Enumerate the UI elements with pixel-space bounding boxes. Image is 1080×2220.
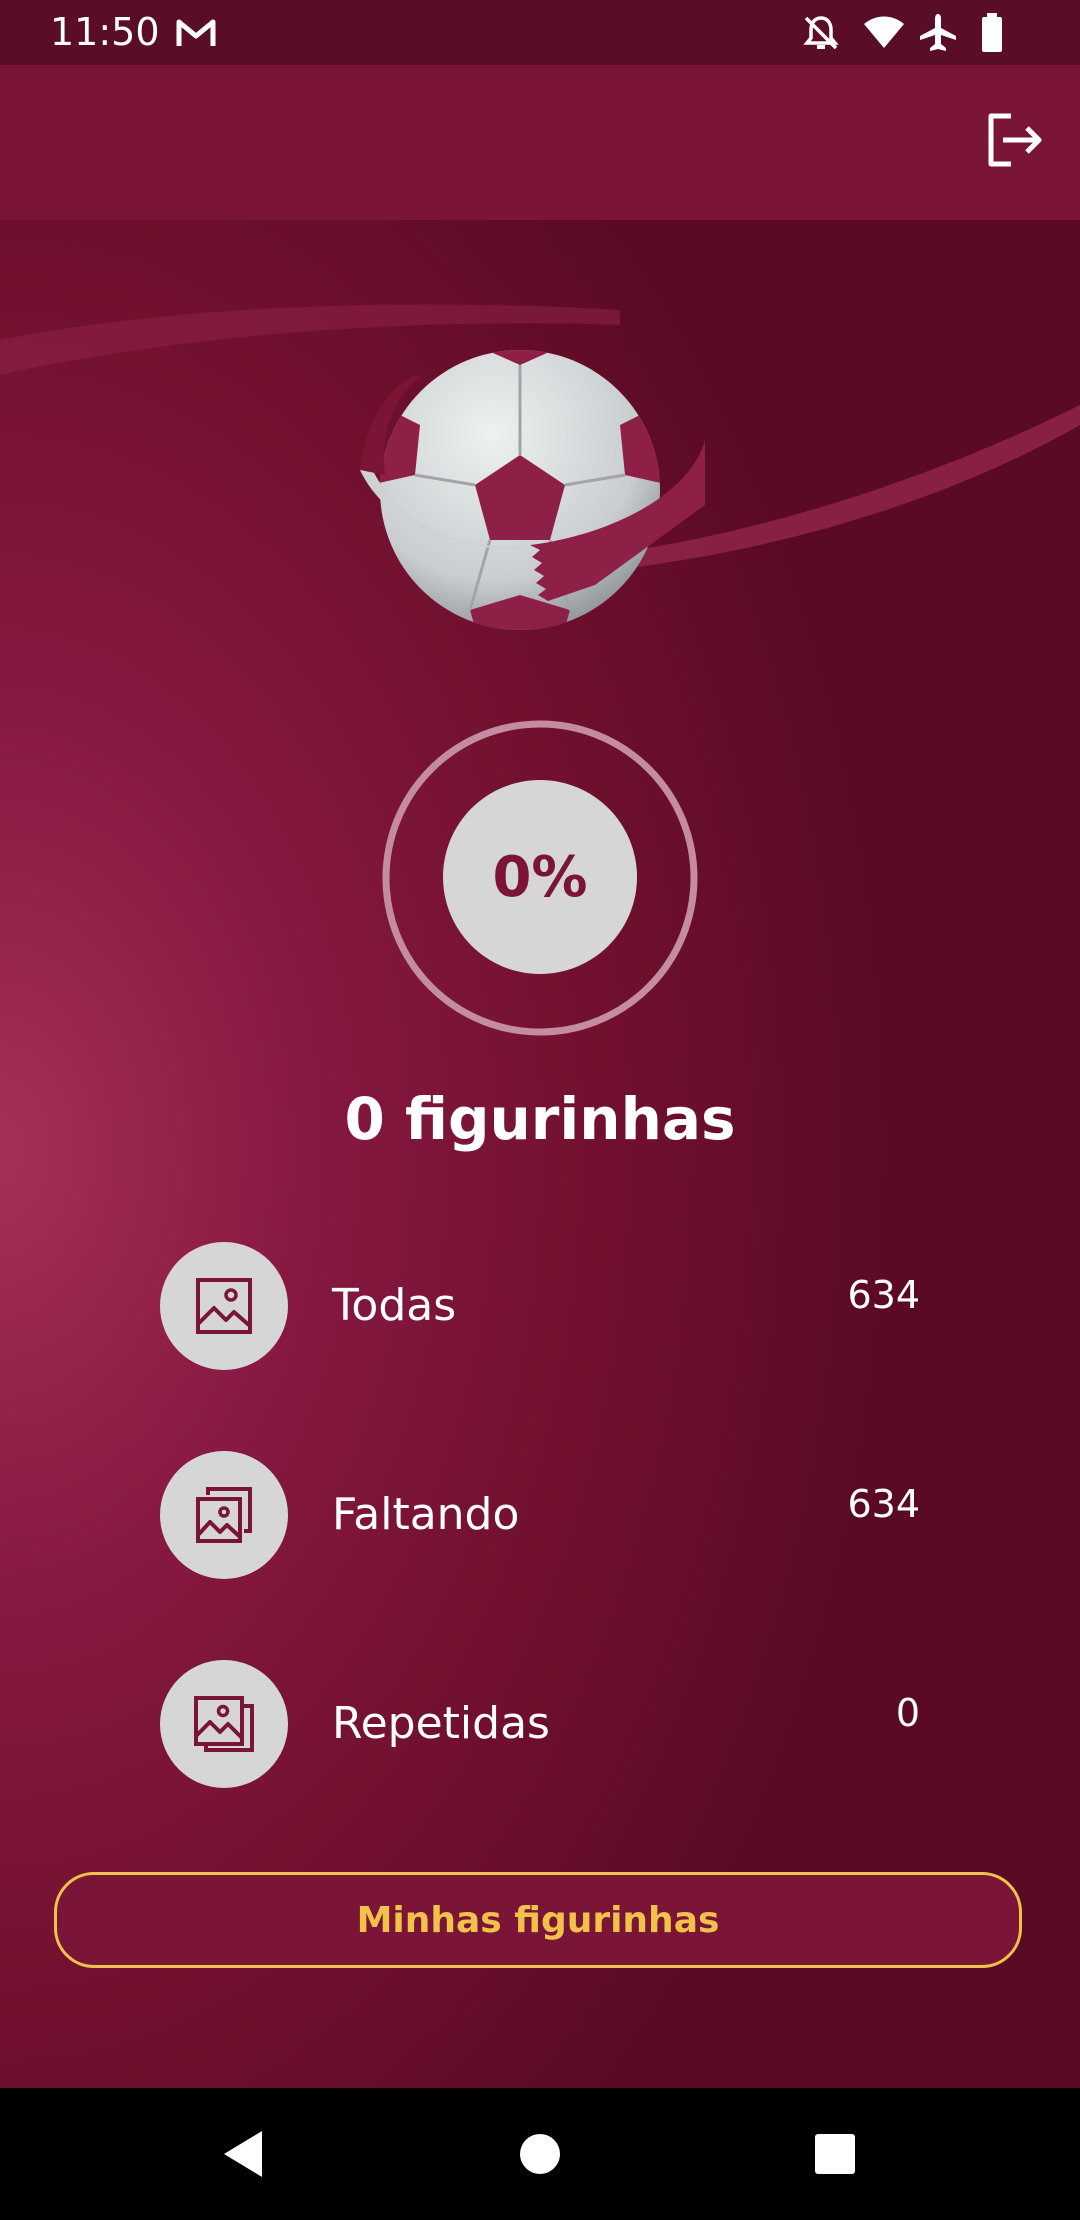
do-not-disturb-icon [803,16,839,50]
images-duplicate-icon [194,1696,254,1752]
logout-button[interactable] [980,105,1050,175]
my-stickers-button-label: Minhas figurinhas [356,1899,720,1941]
status-time: 11:50 [50,10,160,54]
stat-row-todas[interactable]: Todas 634 [160,1242,920,1370]
home-icon [520,2134,560,2174]
back-icon [224,2131,262,2177]
progress-percent: 0% [492,844,588,910]
stat-label: Repetidas [332,1698,550,1749]
status-bar: 11:50 [0,0,1080,65]
progress-circle: 0% [443,780,637,974]
airplane-icon [920,14,956,51]
nav-recents-button[interactable] [805,2124,865,2184]
stat-label: Faltando [332,1489,520,1540]
nav-home-button[interactable] [510,2124,570,2184]
image-icon [196,1278,252,1334]
battery-icon [982,13,1002,52]
navigation-bar [0,2088,1080,2220]
sticker-count-title: 0 figurinhas [344,1085,736,1153]
images-stack-icon [196,1487,252,1543]
screen: 11:50 0% 0 figurinhas Todas 634 Faltando… [0,0,1080,2220]
soccer-ball-logo [360,350,705,630]
stat-row-repetidas[interactable]: Repetidas 0 [160,1660,920,1788]
stat-value: 0 [895,1691,920,1735]
stat-row-faltando[interactable]: Faltando 634 [160,1451,920,1579]
my-stickers-button[interactable]: Minhas figurinhas [54,1872,1022,1968]
stat-icon-circle [160,1242,288,1370]
stat-value: 634 [847,1273,920,1317]
app-bar [0,65,1080,220]
recents-icon [815,2134,855,2174]
stat-label: Todas [332,1280,457,1331]
stat-icon-circle [160,1451,288,1579]
gmail-icon [176,19,216,46]
logout-icon [988,113,1042,167]
nav-back-button[interactable] [213,2124,273,2184]
wifi-icon [864,16,904,48]
stat-value: 634 [847,1482,920,1526]
stat-icon-circle [160,1660,288,1788]
